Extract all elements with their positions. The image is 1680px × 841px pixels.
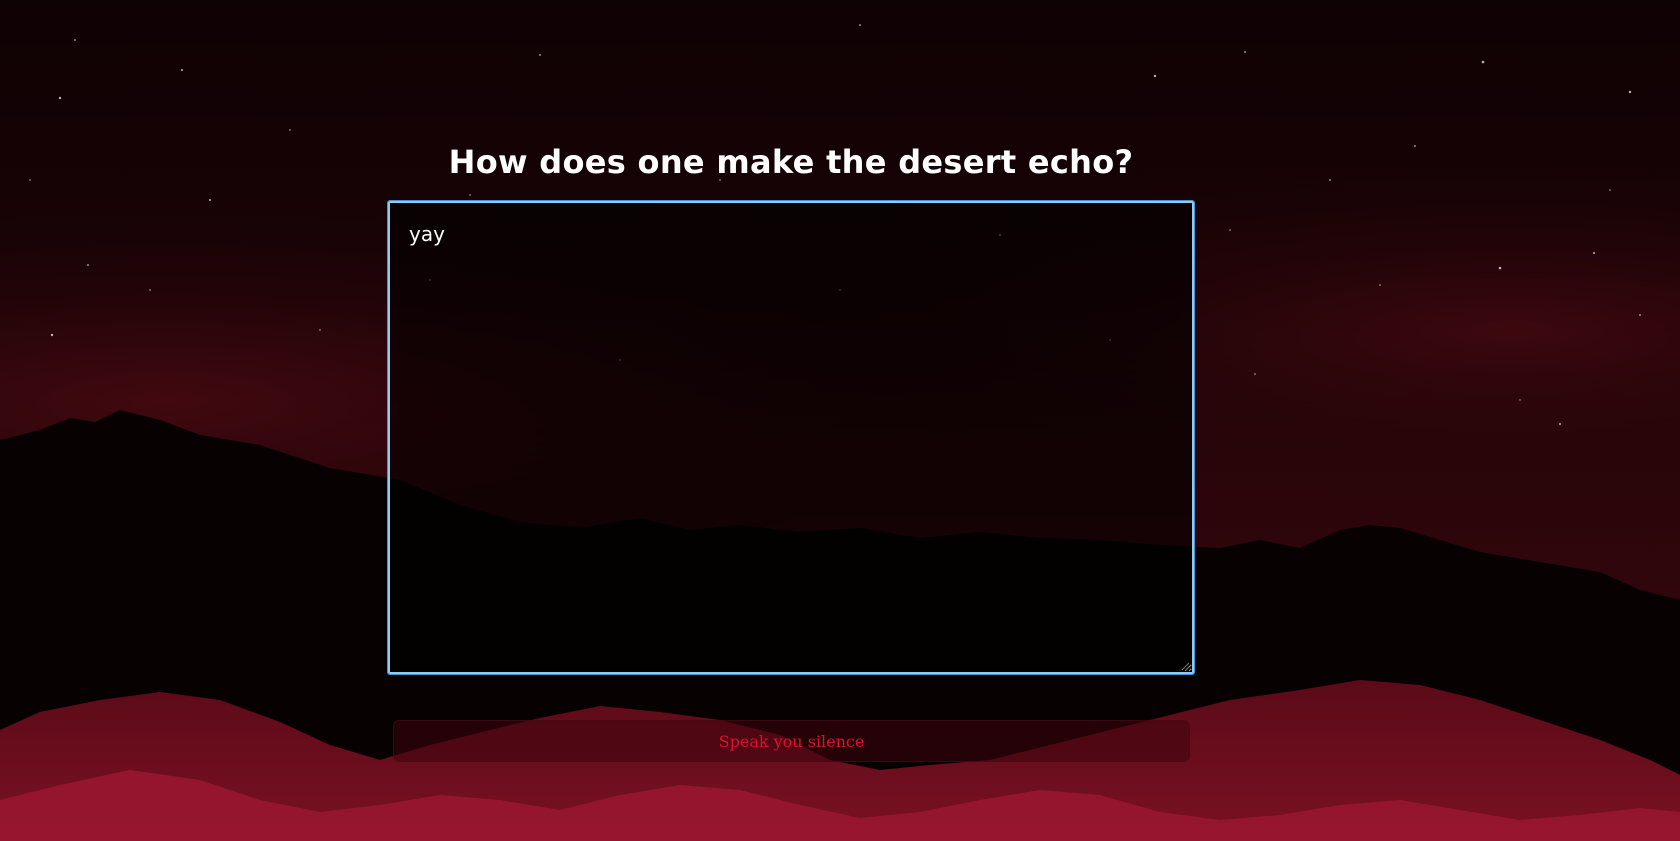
answer-textarea[interactable]: yay xyxy=(387,200,1195,675)
page-content: How does one make the desert echo? yay S… xyxy=(0,0,1680,841)
speak-button[interactable]: Speak you silence xyxy=(393,720,1190,762)
page-title: How does one make the desert echo? xyxy=(448,143,1134,181)
